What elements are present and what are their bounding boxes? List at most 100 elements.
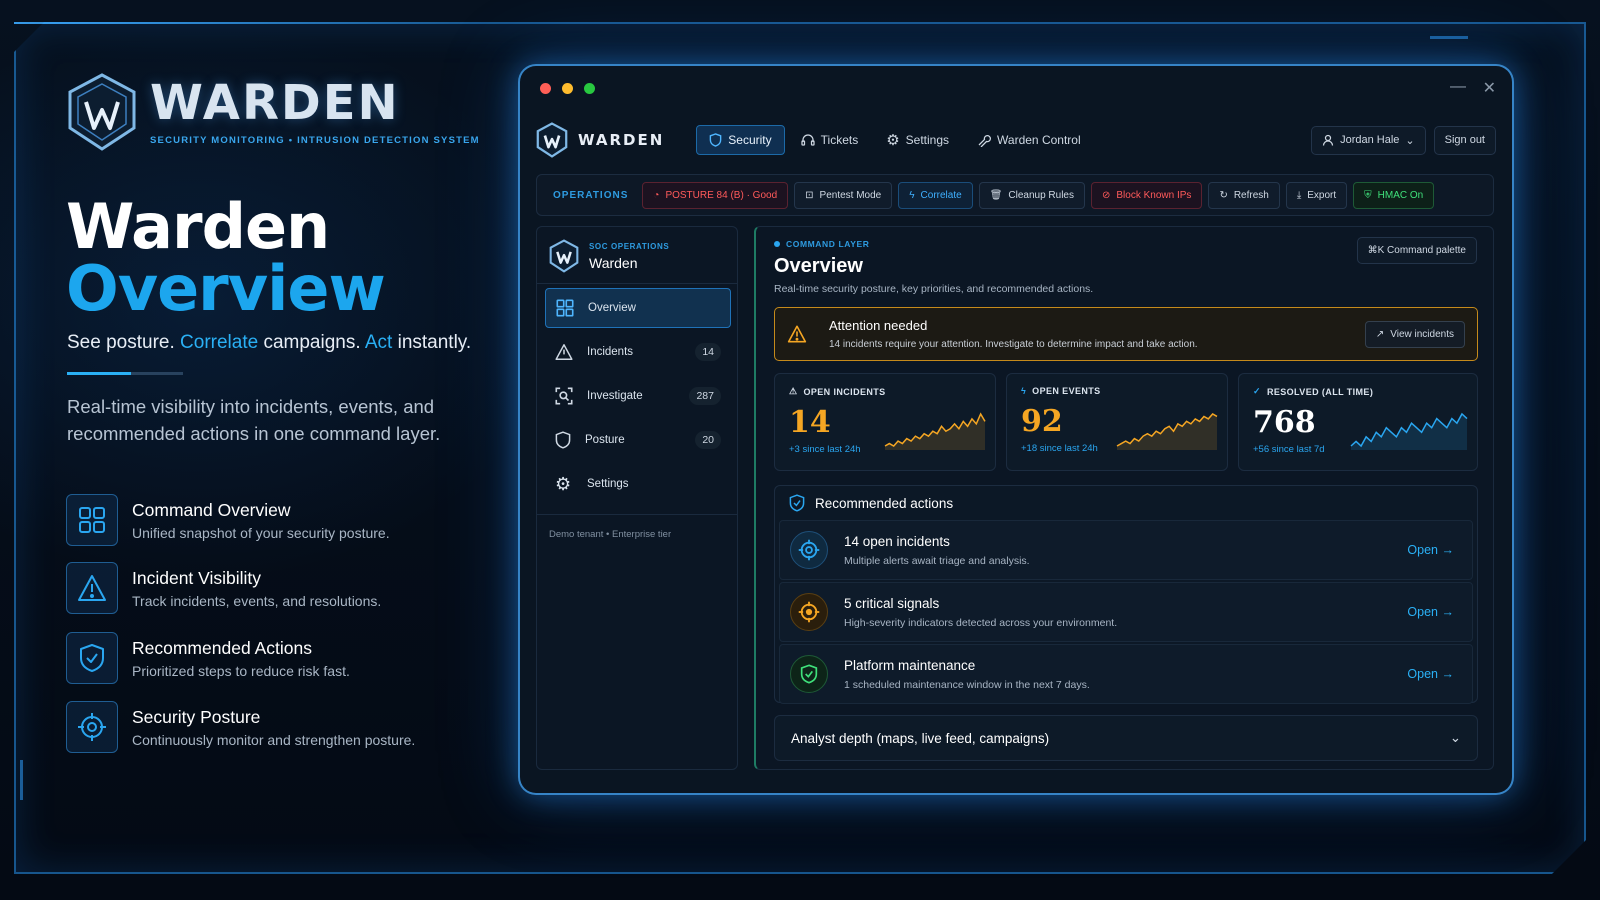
feature-desc: Track incidents, events, and resolutions…: [132, 593, 382, 609]
tagline-underline: [67, 372, 183, 375]
stat-resolved[interactable]: ✓ RESOLVED (ALL TIME) 768 +56 since last …: [1238, 373, 1478, 471]
grid-icon: [556, 299, 574, 317]
bolt-icon: ϟ: [1021, 386, 1027, 396]
hmac-toggle[interactable]: ⛨ HMAC On: [1353, 181, 1435, 209]
rec-row-critical-signals[interactable]: 5 critical signals High-severity indicato…: [779, 582, 1473, 642]
sidebar-subtitle: SOC OPERATIONS: [589, 241, 670, 251]
close-icon[interactable]: ✕: [1483, 78, 1496, 98]
feature-desc: Unified snapshot of your security postur…: [132, 525, 390, 541]
user-menu[interactable]: Jordan Hale ⌄: [1311, 125, 1426, 155]
shield-check-icon: ⛨: [1364, 189, 1372, 201]
feature-desc: Continuously monitor and strengthen post…: [132, 732, 416, 748]
sidebar-item-label: Overview: [588, 302, 636, 314]
chip-label: Export: [1307, 189, 1337, 201]
analyst-depth-accordion[interactable]: Analyst depth (maps, live feed, campaign…: [774, 715, 1478, 761]
sidebar-item-settings[interactable]: ⚙ Settings: [545, 464, 731, 504]
rec-title: 5 critical signals: [844, 595, 940, 611]
arrow-right-icon: →: [1441, 543, 1455, 557]
refresh-button[interactable]: ↻ Refresh: [1208, 181, 1280, 209]
chip-label: Block Known IPs: [1116, 189, 1192, 201]
sparkline-resolved: [1350, 412, 1468, 450]
rec-row-platform-maintenance[interactable]: Platform maintenance 1 scheduled maintena…: [779, 644, 1473, 704]
chip-label: Correlate: [920, 189, 962, 201]
correlate-button[interactable]: ϟ Correlate: [898, 181, 973, 209]
sidebar-item-label: Investigate: [587, 390, 643, 402]
feature-recommended-actions: Recommended Actions Prioritized steps to …: [66, 632, 350, 684]
recommended-actions: Recommended actions 14 open incidents Mul…: [774, 485, 1478, 704]
feature-title: Security Posture: [132, 707, 261, 727]
stat-label: ⚠ OPEN INCIDENTS: [789, 386, 886, 397]
minimize-dot[interactable]: [562, 83, 573, 94]
nav-warden-control[interactable]: Warden Control: [965, 126, 1093, 154]
alert-title: Attention needed: [829, 318, 928, 333]
shield-check-icon: [790, 655, 828, 693]
nav-security[interactable]: Security: [696, 125, 785, 155]
rec-desc: Multiple alerts await triage and analysi…: [844, 554, 1030, 567]
feature-security-posture: Security Posture Continuously monitor and…: [66, 701, 415, 753]
sidebar-title: Warden: [589, 254, 638, 271]
posture-chip[interactable]: ◔ POSTURE 84 (B) · Good: [642, 181, 789, 209]
sidebar-item-label: Settings: [587, 478, 629, 490]
shield-check-icon: [789, 494, 805, 512]
nav-right: Jordan Hale ⌄ Sign out: [1311, 125, 1496, 155]
rec-desc: 1 scheduled maintenance window in the ne…: [844, 678, 1090, 691]
feature-title: Incident Visibility: [132, 568, 262, 588]
nav-label: Tickets: [820, 133, 859, 147]
rec-title: Platform maintenance: [844, 657, 976, 673]
minimize-icon[interactable]: —: [1450, 78, 1466, 96]
rec-row-open-incidents[interactable]: 14 open incidents Multiple alerts await t…: [779, 520, 1473, 580]
trash-icon: 🗑: [989, 189, 1003, 201]
sidebar-item-investigate[interactable]: Investigate 287: [545, 376, 731, 416]
stat-label: ϟ OPEN EVENTS: [1021, 386, 1101, 396]
crosshair-icon: [790, 593, 828, 631]
page-title: Overview: [774, 255, 863, 277]
sparkline-area: [1351, 414, 1467, 450]
main-panel: COMMAND LAYER Overview Real-time securit…: [754, 226, 1494, 770]
warden-logo-icon: [68, 73, 136, 151]
nav-label: Settings: [905, 133, 950, 147]
stat-open-events[interactable]: ϟ OPEN EVENTS 92 +18 since last 24h: [1006, 373, 1228, 471]
sidebar-item-overview[interactable]: Overview: [545, 288, 731, 328]
sidebar-item-incidents[interactable]: Incidents 14: [545, 332, 731, 372]
app-logo[interactable]: WARDEN: [536, 122, 664, 158]
download-icon: ⤓: [1296, 189, 1302, 201]
sidebar-header: SOC OPERATIONS Warden: [537, 227, 737, 284]
brand-name: WARDEN: [150, 74, 400, 131]
app-window: — ✕ WARDEN Security Tickets ⚙ Settings W…: [518, 64, 1514, 795]
open-link[interactable]: Open →: [1407, 667, 1454, 681]
maximize-dot[interactable]: [584, 83, 595, 94]
warning-icon: ⚠: [789, 386, 798, 396]
scan-icon: ⊡: [805, 189, 814, 201]
decor-stripe: [20, 760, 23, 800]
target-icon: [66, 701, 118, 753]
recommended-title: Recommended actions: [815, 495, 954, 511]
nav-settings[interactable]: ⚙ Settings: [874, 124, 961, 156]
pentest-mode-button[interactable]: ⊡ Pentest Mode: [794, 181, 893, 209]
cleanup-rules-button[interactable]: 🗑 Cleanup Rules: [978, 181, 1085, 209]
warning-icon: [66, 562, 118, 614]
feature-title: Command Overview: [132, 500, 291, 520]
block-known-ips-button[interactable]: ⊘ Block Known IPs: [1091, 181, 1203, 209]
command-palette-button[interactable]: ⌘K Command palette: [1356, 237, 1477, 264]
warning-icon: [555, 344, 573, 360]
chip-label: POSTURE 84 (B) · Good: [665, 189, 778, 201]
shield-icon: [709, 133, 722, 147]
view-incidents-button[interactable]: ↗ View incidents: [1364, 320, 1465, 348]
feature-command-overview: Command Overview Unified snapshot of your…: [66, 494, 390, 546]
stat-open-incidents[interactable]: ⚠ OPEN INCIDENTS 14 +3 since last 24h: [774, 373, 996, 471]
rec-desc: High-severity indicators detected across…: [844, 616, 1118, 629]
feature-incident-visibility: Incident Visibility Track incidents, even…: [66, 562, 381, 614]
close-dot[interactable]: [540, 83, 551, 94]
nav-tickets[interactable]: Tickets: [789, 126, 871, 154]
sparkline-open-events: [1116, 413, 1218, 450]
sidebar-item-label: Posture: [585, 434, 625, 446]
open-link[interactable]: Open →: [1407, 605, 1454, 619]
export-button[interactable]: ⤓ Export: [1285, 181, 1348, 209]
sign-out-button[interactable]: Sign out: [1433, 125, 1496, 155]
sidebar-item-posture[interactable]: Posture 20: [545, 420, 731, 460]
sidebar-item-count: 287: [689, 387, 721, 405]
open-link[interactable]: Open →: [1407, 543, 1454, 557]
feature-desc: Prioritized steps to reduce risk fast.: [132, 663, 350, 679]
warning-icon: [787, 325, 807, 343]
sidebar-footer: Demo tenant • Enterprise tier: [537, 514, 737, 554]
